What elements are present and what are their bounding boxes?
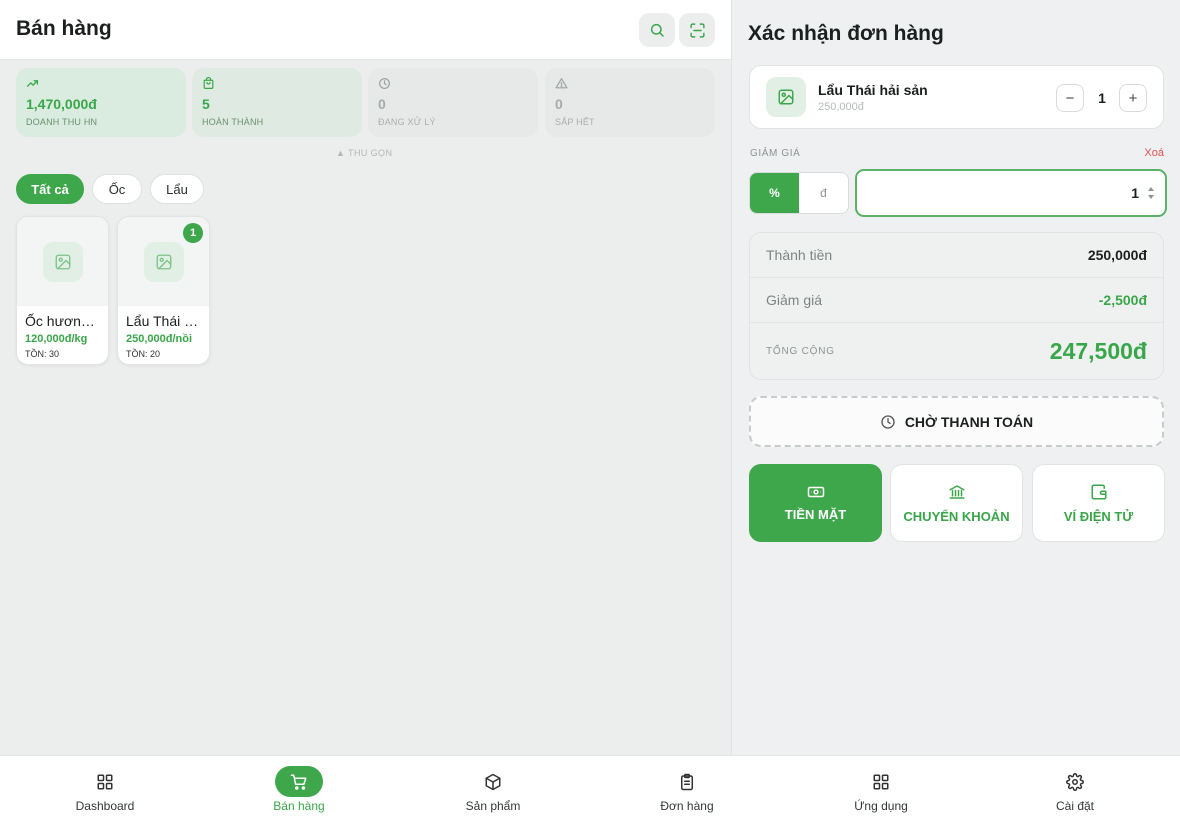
- search-icon: [649, 22, 665, 38]
- order-summary: Thành tiền 250,000đ Giảm giá -2,500đ TỔN…: [749, 232, 1164, 380]
- stat-processing: 0 ĐANG XỬ LÝ: [368, 68, 538, 137]
- discount-clear-link[interactable]: Xoá: [1144, 147, 1164, 159]
- filter-chip-lau[interactable]: Lẩu: [150, 174, 204, 204]
- box-icon: [469, 766, 517, 797]
- pay-ewallet-button[interactable]: VÍ ĐIỆN TỬ: [1032, 464, 1165, 542]
- product-price: 250,000đ/nồi: [126, 333, 193, 345]
- product-name: Lẩu Thái hải sản: [126, 313, 201, 329]
- gear-icon: [1051, 766, 1099, 797]
- product-card[interactable]: 1 Lẩu Thái hải sản 250,000đ/nồi TỒN: 20: [117, 216, 210, 365]
- qty-decrease-button[interactable]: −: [1056, 84, 1084, 112]
- nav-item-dashboard[interactable]: Dashboard: [8, 756, 202, 820]
- product-name: Ốc hương nướng: [25, 313, 100, 329]
- scan-button[interactable]: [679, 13, 715, 47]
- stat-label: HOÀN THÀNH: [202, 117, 264, 127]
- product-price: 120,000đ/kg: [25, 333, 88, 345]
- spinner-icon[interactable]: [1147, 184, 1155, 202]
- discount-mode-toggle: % đ: [749, 172, 849, 214]
- nav-label: Sản phẩm: [465, 799, 521, 813]
- bank-icon: [948, 483, 966, 501]
- nav-label: Dashboard: [75, 799, 135, 813]
- total-label: TỔNG CỘNG: [766, 346, 835, 357]
- clipboard-icon: [663, 766, 711, 797]
- nav-item-apps[interactable]: Ứng dụng: [784, 756, 978, 820]
- pay-cash-label: TIỀN MẶT: [784, 506, 847, 522]
- stat-value: 5: [202, 96, 210, 112]
- nav-item-sales[interactable]: Bán hàng: [202, 756, 396, 820]
- total-value: 247,500đ: [1049, 338, 1147, 364]
- wait-payment-label: CHỜ THANH TOÁN: [904, 413, 1034, 430]
- order-item-name: Lẩu Thái hải sản: [818, 82, 928, 98]
- order-panel: Xác nhận đơn hàng Lẩu Thái hải sản 250,0…: [731, 0, 1180, 755]
- pay-cash-button[interactable]: TIỀN MẶT: [749, 464, 882, 542]
- stat-label: ĐANG XỬ LÝ: [378, 117, 436, 127]
- discount-row-value: -2,500đ: [1098, 292, 1147, 308]
- stat-value: 0: [378, 96, 386, 112]
- subtotal-label: Thành tiền: [766, 247, 833, 263]
- nav-item-settings[interactable]: Cài đặt: [978, 756, 1172, 820]
- collapse-toggle[interactable]: ▲ THU GỌN: [336, 148, 392, 158]
- wallet-icon: [1090, 483, 1108, 501]
- order-item: Lẩu Thái hải sản 250,000đ − 1 +: [749, 65, 1164, 129]
- stat-value: 0: [555, 96, 563, 112]
- discount-input[interactable]: 1: [855, 169, 1167, 217]
- apps-icon: [857, 766, 905, 797]
- discount-row-label: Giảm giá: [766, 292, 823, 308]
- top-bar: Bán hàng: [0, 0, 731, 60]
- summary-subtotal-row: Thành tiền 250,000đ: [750, 233, 1163, 278]
- bottom-nav: Dashboard Bán hàng Sản phẩm Đơn hàng Ứng…: [0, 755, 1180, 820]
- stat-revenue: 1,470,000đ DOANH THU HN: [16, 68, 186, 137]
- cash-icon: [807, 485, 825, 499]
- nav-label: Cài đặt: [1055, 799, 1095, 813]
- wait-payment-button[interactable]: CHỜ THANH TOÁN: [749, 396, 1164, 447]
- stat-completed: 5 HOÀN THÀNH: [192, 68, 362, 137]
- stat-label: SẮP HẾT: [555, 117, 595, 127]
- grid-icon: [81, 766, 129, 797]
- summary-total-row: TỔNG CỘNG 247,500đ: [750, 323, 1163, 379]
- product-stock: TỒN: 20: [126, 349, 161, 359]
- scan-icon: [689, 22, 706, 39]
- pay-transfer-label: CHUYỂN KHOẢN: [903, 508, 1010, 524]
- qty-value: 1: [1098, 90, 1106, 106]
- filter-chip-all[interactable]: Tất cả: [16, 174, 84, 204]
- product-card[interactable]: Ốc hương nướng 120,000đ/kg TỒN: 30: [16, 216, 109, 365]
- warning-icon: [555, 77, 705, 91]
- clock-icon: [880, 414, 896, 430]
- discount-input-value: 1: [1131, 185, 1139, 201]
- stat-label: DOANH THU HN: [26, 117, 98, 127]
- stat-value: 1,470,000đ: [26, 96, 97, 112]
- product-thumbnail: [17, 217, 108, 306]
- pay-transfer-button[interactable]: CHUYỂN KHOẢN: [890, 464, 1023, 542]
- pay-ewallet-label: VÍ ĐIỆN TỬ: [1063, 508, 1134, 524]
- clock-icon: [378, 77, 528, 91]
- product-stock: TỒN: 30: [25, 349, 60, 359]
- discount-mode-amount[interactable]: đ: [799, 173, 848, 213]
- image-placeholder-icon: [42, 241, 83, 282]
- cart-count-badge: 1: [183, 223, 203, 243]
- nav-item-orders[interactable]: Đơn hàng: [590, 756, 784, 820]
- image-placeholder-icon: [143, 241, 184, 282]
- search-button[interactable]: [639, 13, 675, 47]
- order-title: Xác nhận đơn hàng: [748, 22, 944, 45]
- discount-label: GIẢM GIÁ: [750, 148, 801, 159]
- trend-up-icon: [26, 77, 176, 91]
- qty-increase-button[interactable]: +: [1119, 84, 1147, 112]
- nav-item-products[interactable]: Sản phẩm: [396, 756, 590, 820]
- nav-label: Ứng dụng: [854, 799, 908, 813]
- image-placeholder-icon: [766, 77, 806, 117]
- cart-icon: [275, 766, 323, 797]
- filter-chip-oc[interactable]: Ốc: [92, 174, 142, 204]
- page-title: Bán hàng: [16, 17, 112, 40]
- nav-label: Bán hàng: [273, 799, 325, 813]
- bag-icon: [202, 77, 352, 91]
- nav-label: Đơn hàng: [660, 799, 714, 813]
- summary-discount-row: Giảm giá -2,500đ: [750, 278, 1163, 323]
- discount-mode-percent[interactable]: %: [750, 173, 799, 213]
- stat-low-stock: 0 SẮP HẾT: [545, 68, 715, 137]
- sales-pane: Bán hàng 1,470,000đ DOANH THU HN 5 HOÀN …: [0, 0, 731, 755]
- subtotal-value: 250,000đ: [1087, 247, 1147, 263]
- order-item-price: 250,000đ: [818, 101, 864, 113]
